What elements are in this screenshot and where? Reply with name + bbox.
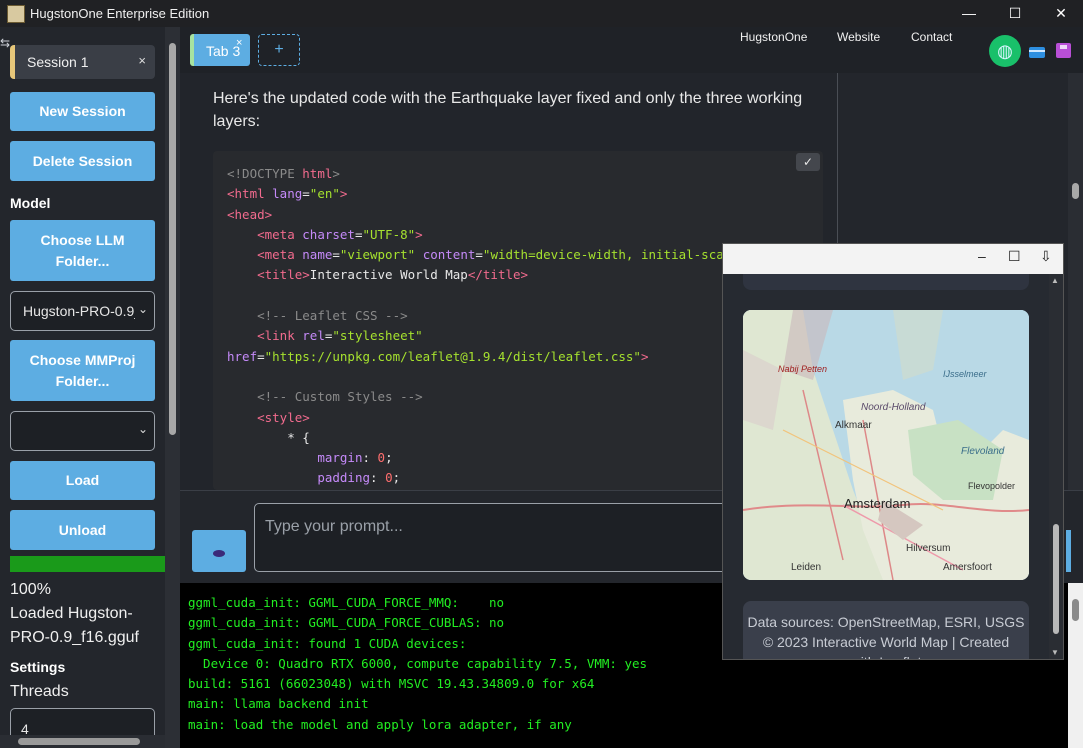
copyright-text: © 2023 Interactive World Map | Created xyxy=(762,634,1010,650)
sidebar-horizontal-scrollbar[interactable] xyxy=(0,735,165,748)
console-line: ggml_cuda_init: found 1 CUDA devices: xyxy=(188,635,467,651)
close-session-icon[interactable]: × xyxy=(138,53,146,68)
nav-link-website[interactable]: Website xyxy=(837,30,880,44)
scroll-thumb[interactable] xyxy=(1072,599,1079,621)
preview-maximize-button[interactable]: ☐ xyxy=(1008,248,1021,265)
delete-session-button[interactable]: Delete Session xyxy=(10,141,155,181)
session-tab-label: Session 1 xyxy=(27,54,89,70)
svg-text:Amsterdam: Amsterdam xyxy=(844,496,910,511)
console-line: Device 0: Quadro RTX 6000, compute capab… xyxy=(188,655,648,671)
new-session-button[interactable]: New Session xyxy=(10,92,155,131)
svg-text:Hilversum: Hilversum xyxy=(906,543,950,554)
nav-link-hugstonone[interactable]: HugstonOne xyxy=(740,30,807,44)
preview-vertical-scrollbar[interactable]: ▲ ▼ xyxy=(1049,274,1063,659)
send-icon xyxy=(213,550,225,557)
load-button[interactable]: Load xyxy=(10,461,155,500)
scroll-thumb[interactable] xyxy=(18,738,140,745)
scroll-thumb[interactable] xyxy=(1053,524,1059,634)
sidebar: ⇆ Session 1 × New Session Delete Session… xyxy=(0,27,165,748)
scroll-up-icon[interactable]: ▲ xyxy=(1051,276,1059,285)
console-line: ggml_cuda_init: GGML_CUDA_FORCE_MMQ: no xyxy=(188,595,505,610)
preview-pin-button[interactable]: ⇩ xyxy=(1040,248,1052,265)
sidebar-vertical-scrollbar[interactable] xyxy=(165,27,180,748)
model-label: Model xyxy=(10,195,51,211)
model-select[interactable]: Hugston-PRO-0.9_f16.gguf ⌄ xyxy=(10,291,155,331)
loaded-model-text: Loaded Hugston-PRO-0.9_f16.gguf xyxy=(10,605,139,646)
message-intro-text: Here's the updated code with the Earthqu… xyxy=(213,90,803,130)
choose-llm-folder-button[interactable]: Choose LLM Folder... xyxy=(10,220,155,281)
session-tab[interactable]: Session 1 × xyxy=(10,45,155,79)
console-vertical-scrollbar[interactable] xyxy=(1068,583,1083,748)
preview-window: – ☐ ⇩ Nabij Petten IJsselmeer Noord-Holl… xyxy=(722,243,1064,660)
map-footer: Data sources: OpenStreetMap, ESRI, USGS … xyxy=(743,601,1029,659)
svg-text:Flevoland: Flevoland xyxy=(961,446,1005,457)
add-tab-button[interactable]: + xyxy=(258,34,300,66)
choose-mmproj-folder-button[interactable]: Choose MMProj Folder... xyxy=(10,340,155,401)
model-select-value: Hugston-PRO-0.9_f16.gguf xyxy=(23,303,135,319)
svg-text:Nabij Petten: Nabij Petten xyxy=(778,364,827,374)
console-text: ggml_cuda_init: GGML_CUDA_FORCE_MMQ: no … xyxy=(188,593,647,735)
minimize-button[interactable]: — xyxy=(946,0,992,27)
progress-text: 100% xyxy=(10,581,51,598)
mmproj-select[interactable]: ⌄ xyxy=(10,411,155,451)
chevron-down-icon: ⌄ xyxy=(137,422,148,436)
console-line: build: 5161 (66023048) with MSVC 19.43.3… xyxy=(188,676,595,692)
tab-strip: Tab 3 × + HugstonOne Website Contact ◍ xyxy=(180,27,1083,74)
svg-text:Leiden: Leiden xyxy=(791,562,821,573)
prompt-placeholder: Type your prompt... xyxy=(265,518,403,535)
nav-link-contact[interactable]: Contact xyxy=(911,30,952,44)
chevron-down-icon: ⌄ xyxy=(137,302,148,316)
console-line: main: load the model and apply lora adap… xyxy=(188,716,572,732)
map-image: Nabij Petten IJsselmeer Noord-Holland Al… xyxy=(743,310,1029,580)
window-title: HugstonOne Enterprise Edition xyxy=(30,6,210,21)
tab-3[interactable]: Tab 3 × xyxy=(190,34,250,66)
preview-content: Nabij Petten IJsselmeer Noord-Holland Al… xyxy=(723,274,1049,659)
svg-text:Noord-Holland: Noord-Holland xyxy=(861,402,926,413)
svg-text:Alkmaar: Alkmaar xyxy=(835,420,872,431)
code-text: <!DOCTYPE html> <html lang="en"> <head> … xyxy=(227,166,784,486)
copy-code-button[interactable]: ✓ xyxy=(796,153,820,171)
threads-label: Threads xyxy=(10,683,69,700)
save-icon[interactable] xyxy=(1056,43,1071,58)
maximize-button[interactable]: ☐ xyxy=(992,0,1038,27)
data-sources-text: Data sources: OpenStreetMap, ESRI, USGS xyxy=(747,614,1025,630)
chat-vertical-scrollbar[interactable] xyxy=(1068,73,1083,490)
scroll-thumb[interactable] xyxy=(1072,183,1079,199)
settings-label: Settings xyxy=(10,659,66,675)
console-line: ggml_cuda_init: GGML_CUDA_FORCE_CUBLAS: … xyxy=(188,615,505,631)
close-tab-icon[interactable]: × xyxy=(236,37,242,49)
scroll-down-icon[interactable]: ▼ xyxy=(1051,648,1059,657)
console-line: main: llama backend init xyxy=(188,696,369,712)
close-window-button[interactable]: ✕ xyxy=(1038,0,1083,27)
unload-button[interactable]: Unload xyxy=(10,510,155,550)
credit-text: with Leaflet xyxy=(743,652,1029,659)
load-progress-bar xyxy=(10,556,165,572)
submit-button[interactable] xyxy=(1066,530,1071,572)
send-button[interactable] xyxy=(192,530,246,572)
svg-text:Amersfoort: Amersfoort xyxy=(943,562,992,573)
svg-text:Flevopolder: Flevopolder xyxy=(968,481,1015,491)
app-logo-icon xyxy=(7,5,25,23)
svg-text:IJsselmeer: IJsselmeer xyxy=(943,369,988,379)
preview-top-panel xyxy=(743,274,1029,290)
preview-title-bar: – ☐ ⇩ xyxy=(723,244,1063,274)
scroll-thumb[interactable] xyxy=(169,43,176,435)
globe-icon[interactable]: ◍ xyxy=(989,35,1021,67)
map-view[interactable]: Nabij Petten IJsselmeer Noord-Holland Al… xyxy=(743,310,1029,580)
title-bar: HugstonOne Enterprise Edition — ☐ ✕ xyxy=(0,0,1083,27)
card-icon[interactable] xyxy=(1029,47,1045,58)
preview-minimize-button[interactable]: – xyxy=(978,248,986,264)
